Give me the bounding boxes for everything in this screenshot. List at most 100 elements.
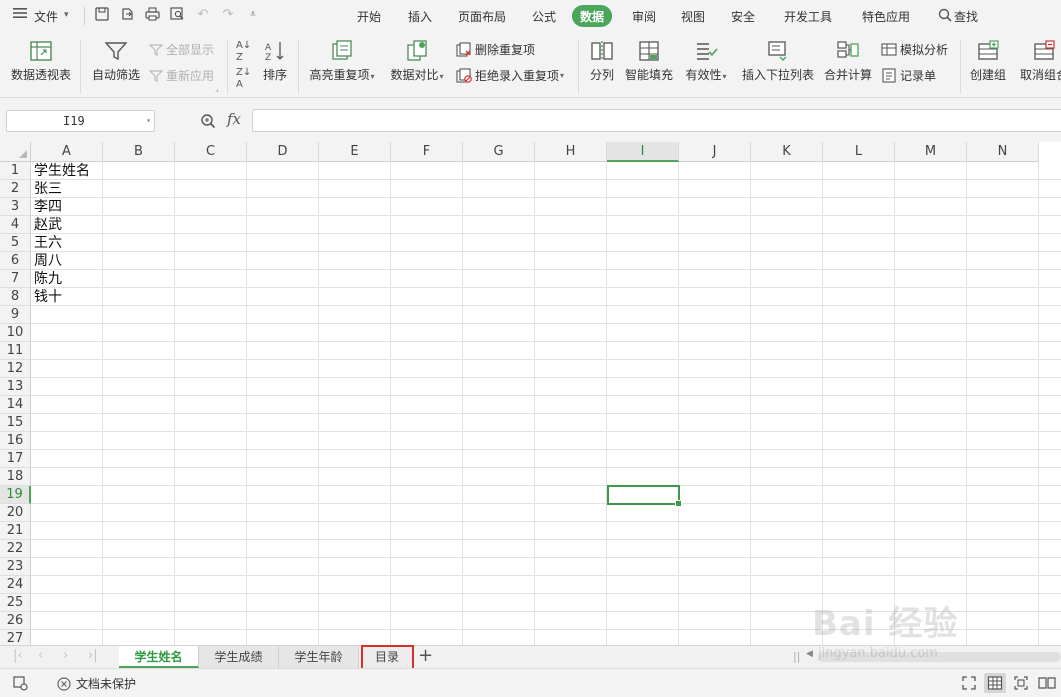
- select-all-corner[interactable]: [0, 142, 31, 162]
- row-header-10[interactable]: 10: [0, 324, 31, 342]
- reapply-button[interactable]: 重新应用: [149, 67, 214, 84]
- tab-view[interactable]: 视图: [681, 8, 705, 25]
- fullscreen-icon[interactable]: [958, 673, 980, 693]
- data-compare-button[interactable]: 数据对比▾: [386, 40, 448, 83]
- cell-a3[interactable]: 李四: [34, 198, 62, 216]
- column-header-l[interactable]: L: [823, 142, 895, 162]
- scroll-left-icon[interactable]: ◀: [806, 649, 813, 659]
- filter-group-launcher-icon[interactable]: ⌟: [215, 84, 219, 93]
- sort-ascending-icon[interactable]: A↓ Z: [236, 40, 251, 64]
- macro-record-icon[interactable]: [9, 673, 31, 693]
- column-header-i[interactable]: I: [607, 142, 679, 162]
- row-header-8[interactable]: 8: [0, 288, 31, 306]
- column-header-n[interactable]: N: [967, 142, 1039, 162]
- cell-a8[interactable]: 钱十: [34, 288, 62, 306]
- first-sheet-icon[interactable]: |‹: [13, 648, 23, 663]
- column-header-g[interactable]: G: [463, 142, 535, 162]
- tab-page-layout[interactable]: 页面布局: [458, 8, 506, 25]
- row-header-4[interactable]: 4: [0, 216, 31, 234]
- column-header-a[interactable]: A: [31, 142, 103, 162]
- name-box-dropdown-icon[interactable]: ▾: [146, 111, 151, 131]
- row-header-23[interactable]: 23: [0, 558, 31, 576]
- tab-home[interactable]: 开始: [357, 8, 381, 25]
- name-box[interactable]: I19 ▾: [6, 110, 155, 132]
- row-header-11[interactable]: 11: [0, 342, 31, 360]
- tab-review[interactable]: 审阅: [632, 8, 656, 25]
- row-header-17[interactable]: 17: [0, 450, 31, 468]
- horizontal-scrollbar[interactable]: ◀: [806, 649, 1061, 662]
- smart-fill-button[interactable]: 智能填充: [624, 40, 674, 83]
- row-header-18[interactable]: 18: [0, 468, 31, 486]
- row-header-24[interactable]: 24: [0, 576, 31, 594]
- cell-a7[interactable]: 陈九: [34, 270, 62, 288]
- cell-a4[interactable]: 赵武: [34, 216, 62, 234]
- row-header-14[interactable]: 14: [0, 396, 31, 414]
- row-header-12[interactable]: 12: [0, 360, 31, 378]
- save-icon[interactable]: [94, 7, 110, 23]
- show-all-button[interactable]: 全部显示: [149, 41, 214, 58]
- row-header-19[interactable]: 19: [0, 486, 31, 504]
- column-header-j[interactable]: J: [679, 142, 751, 162]
- formula-input[interactable]: [252, 109, 1061, 132]
- search-icon[interactable]: [937, 8, 953, 24]
- file-menu-chevron-icon[interactable]: ▾: [64, 10, 69, 20]
- row-header-2[interactable]: 2: [0, 180, 31, 198]
- cell-a1[interactable]: 学生姓名: [34, 162, 90, 180]
- row-header-22[interactable]: 22: [0, 540, 31, 558]
- sheet-tab-student-name[interactable]: 学生姓名: [119, 646, 199, 668]
- column-header-e[interactable]: E: [319, 142, 391, 162]
- sort-button[interactable]: AZ 排序: [260, 40, 290, 83]
- row-header-15[interactable]: 15: [0, 414, 31, 432]
- search-label[interactable]: 查找: [954, 8, 978, 25]
- row-header-26[interactable]: 26: [0, 612, 31, 630]
- cell-a2[interactable]: 张三: [34, 180, 62, 198]
- column-header-k[interactable]: K: [751, 142, 823, 162]
- row-header-25[interactable]: 25: [0, 594, 31, 612]
- highlight-duplicates-button[interactable]: 高亮重复项▾: [306, 40, 378, 83]
- delete-duplicates-button[interactable]: 删除重复项: [456, 41, 535, 58]
- column-header-m[interactable]: M: [895, 142, 967, 162]
- undo-icon[interactable]: ↶: [195, 7, 211, 23]
- auto-filter-button[interactable]: 自动筛选: [90, 40, 142, 83]
- add-sheet-button[interactable]: +: [418, 646, 433, 666]
- column-header-b[interactable]: B: [103, 142, 175, 162]
- cell-a6[interactable]: 周八: [34, 252, 62, 270]
- zoom-formula-icon[interactable]: [200, 113, 216, 132]
- split-column-button[interactable]: 分列: [586, 40, 618, 83]
- normal-view-icon[interactable]: [984, 673, 1006, 693]
- export-icon[interactable]: [119, 7, 135, 23]
- customize-toolbar-icon[interactable]: ⩡: [245, 7, 261, 23]
- row-header-20[interactable]: 20: [0, 504, 31, 522]
- tab-developer[interactable]: 开发工具: [784, 8, 832, 25]
- row-header-9[interactable]: 9: [0, 306, 31, 324]
- row-header-27[interactable]: 27: [0, 630, 31, 645]
- create-group-button[interactable]: 创建组: [968, 40, 1008, 83]
- sheet-tab-student-age[interactable]: 学生年龄: [279, 646, 359, 668]
- tab-splitter-handle[interactable]: ||: [793, 650, 800, 663]
- cell-a5[interactable]: 王六: [34, 234, 62, 252]
- reading-mode-icon[interactable]: [1036, 673, 1058, 693]
- insert-function-button[interactable]: fx: [227, 110, 241, 128]
- row-header-6[interactable]: 6: [0, 252, 31, 270]
- spreadsheet-grid[interactable]: A B C D E F G H I J K L M N 1 2 3 4 5 6 7 8 9 10 11 12 13 14 15 16 17 1…: [0, 142, 1061, 645]
- pivot-table-button[interactable]: 数据透视表: [10, 40, 72, 83]
- next-sheet-icon[interactable]: ›: [63, 648, 68, 663]
- ungroup-button[interactable]: 取消组合: [1016, 40, 1061, 83]
- row-header-5[interactable]: 5: [0, 234, 31, 252]
- column-header-f[interactable]: F: [391, 142, 463, 162]
- tab-special-apps[interactable]: 特色应用: [862, 8, 910, 25]
- sheet-tab-student-score[interactable]: 学生成绩: [199, 646, 279, 668]
- page-break-view-icon[interactable]: [1010, 673, 1032, 693]
- column-header-d[interactable]: D: [247, 142, 319, 162]
- row-header-7[interactable]: 7: [0, 270, 31, 288]
- print-preview-icon[interactable]: [169, 7, 185, 23]
- sort-descending-icon[interactable]: Z↓ A: [236, 67, 251, 91]
- validity-button[interactable]: 有效性▾: [682, 40, 730, 83]
- selected-cell-i19[interactable]: [607, 485, 682, 507]
- prev-sheet-icon[interactable]: ‹: [38, 648, 43, 663]
- redo-icon[interactable]: ↷: [220, 7, 236, 23]
- record-sheet-button[interactable]: 记录单: [881, 67, 936, 84]
- document-protection-status[interactable]: 文档未保护: [57, 675, 136, 692]
- horizontal-scroll-thumb[interactable]: [818, 652, 1061, 662]
- tab-data[interactable]: 数据: [572, 5, 613, 27]
